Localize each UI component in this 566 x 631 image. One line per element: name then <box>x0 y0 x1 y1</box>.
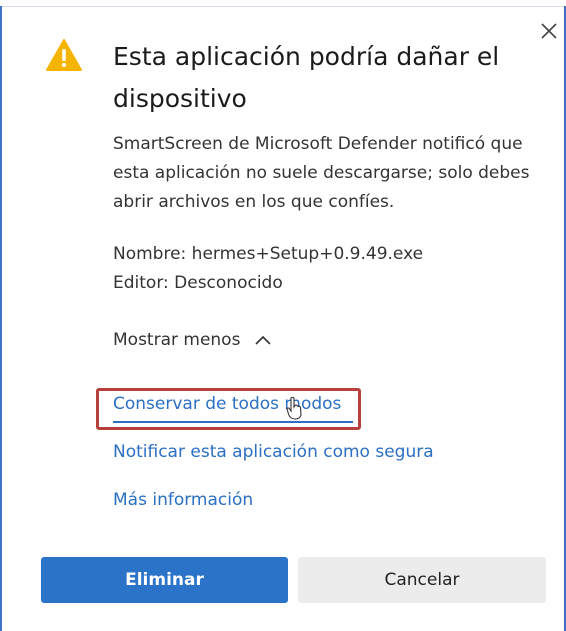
cancel-button[interactable]: Cancelar <box>298 557 546 603</box>
file-name: Nombre: hermes+Setup+0.9.49.exe <box>113 244 424 264</box>
warning-message: SmartScreen de Microsoft Defender notifi… <box>113 134 530 212</box>
dialog-top-edge <box>0 6 566 7</box>
smartscreen-dialog: Esta aplicación podría dañar el disposit… <box>0 0 566 631</box>
show-less-label: Mostrar menos <box>113 330 241 350</box>
file-details: Nombre: hermes+Setup+0.9.49.exe Editor: … <box>113 240 553 298</box>
hand-cursor-icon <box>286 396 302 420</box>
more-info-link[interactable]: Más información <box>113 490 253 510</box>
window-border-left <box>0 6 2 631</box>
chevron-up-icon <box>255 335 272 345</box>
warning-icon <box>45 38 83 72</box>
file-publisher: Editor: Desconocido <box>113 273 283 293</box>
dialog-title: Esta aplicación podría dañar el disposit… <box>113 42 500 113</box>
close-icon[interactable] <box>538 20 560 42</box>
show-less-toggle[interactable]: Mostrar menos <box>113 330 272 350</box>
report-safe-link[interactable]: Notificar esta aplicación como segura <box>113 442 434 462</box>
highlight-box <box>96 388 361 430</box>
delete-button[interactable]: Eliminar <box>41 557 288 603</box>
